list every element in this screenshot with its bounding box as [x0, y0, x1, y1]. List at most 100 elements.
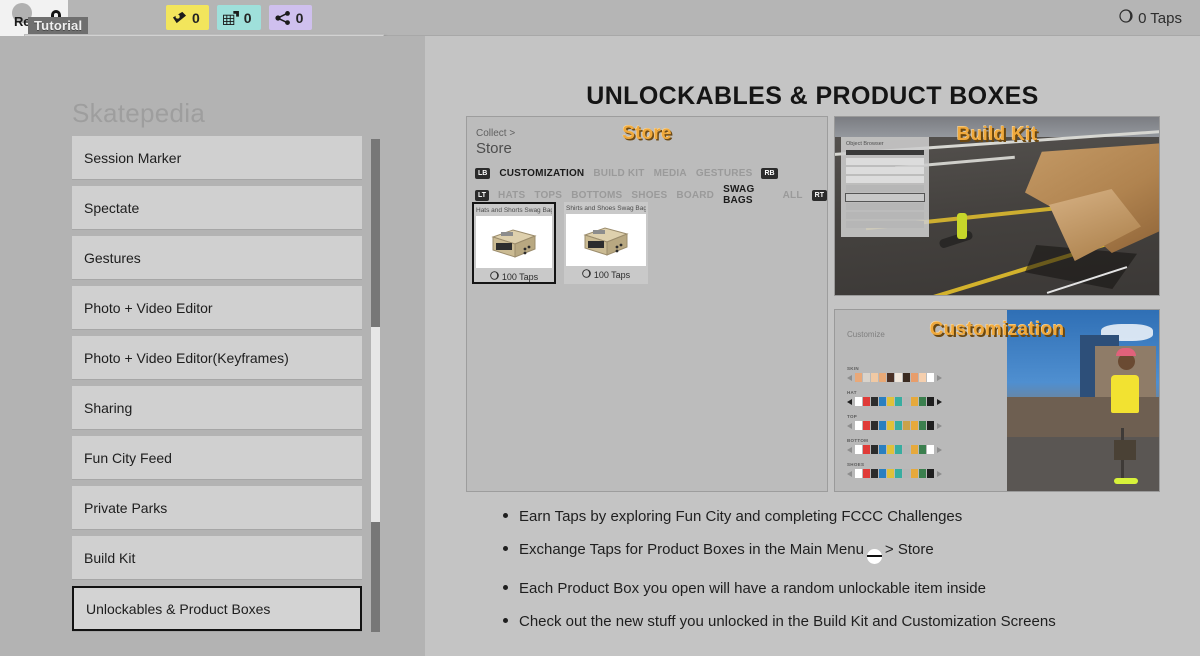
swatch-label: SKIN: [847, 366, 859, 371]
scrollbar-thumb-upper[interactable]: [371, 139, 380, 327]
product-card-price: 100 Taps: [593, 269, 631, 280]
product-card-name: Hats and Shorts Swag Bag: [476, 207, 552, 214]
hud-badge-markers[interactable]: 0: [166, 5, 209, 30]
store-breadcrumb: Collect >: [476, 128, 516, 139]
product-box-icon: [476, 216, 552, 268]
taps-coin-icon: [582, 269, 591, 280]
share-icon: [274, 10, 291, 25]
tab-tops[interactable]: TOPS: [534, 190, 562, 201]
info-bullet-list: Earn Taps by exploring Fun City and comp…: [503, 508, 1163, 646]
tab-hats[interactable]: HATS: [498, 190, 525, 201]
sidebar-item-label: Photo + Video Editor(Keyframes): [84, 349, 289, 366]
bullet-item-check-new-stuff: Check out the new stuff you unlocked in …: [503, 613, 1163, 630]
bullet-item-exchange-taps: Exchange Taps for Product Boxes in the M…: [503, 541, 1163, 564]
swatch-group-bottom: BOTTOM: [847, 438, 997, 454]
object-browser-panel: Object Browser: [841, 137, 929, 237]
hud-badge-group: 0 0 0: [166, 5, 313, 30]
sidebar-item-photo-video-editor[interactable]: Photo + Video Editor: [72, 286, 362, 329]
product-card-price-row: 100 Taps: [566, 269, 646, 280]
sidebar-item-build-kit[interactable]: Build Kit: [72, 536, 362, 579]
bullet-item-random-item: Each Product Box you open will have a ra…: [503, 580, 1163, 597]
tab-swag-bags[interactable]: SWAG BAGS: [723, 184, 774, 206]
taps-coin-icon: [490, 271, 499, 282]
hud-badge-share[interactable]: 0: [268, 5, 313, 30]
hud-badge-blocks-value: 0: [243, 9, 252, 26]
bullet-dot-icon: [503, 617, 508, 623]
sidebar-item-label: Build Kit: [84, 549, 136, 566]
sidebar-panel: Skatepedia Session Marker Spectate Gestu…: [0, 36, 425, 656]
tab-gestures[interactable]: GESTURES: [696, 168, 753, 179]
tab-build-kit[interactable]: BUILD KIT: [593, 168, 644, 179]
sidebar-menu-list: Session Marker Spectate Gestures Photo +…: [72, 136, 362, 638]
hud-badge-markers-value: 0: [192, 9, 200, 26]
swatch-label: TOP: [847, 414, 858, 419]
swatch-label: HAT: [847, 390, 857, 395]
product-card-shirts-and-shoes[interactable]: Shirts and Shoes Swag Bag 100 Taps: [564, 202, 648, 284]
store-tabs-primary: LB CUSTOMIZATION BUILD KIT MEDIA GESTURE…: [475, 168, 778, 179]
tab-media[interactable]: MEDIA: [654, 168, 687, 179]
swatch-group-shoes: SHOES: [847, 462, 997, 478]
sidebar-item-gestures[interactable]: Gestures: [72, 236, 362, 279]
taps-count-label: 0 Taps: [1138, 9, 1182, 27]
sidebar-item-label: Sharing: [84, 399, 133, 416]
sidebar-item-label: Session Marker: [84, 149, 182, 166]
sidebar-item-label: Gestures: [84, 249, 141, 266]
tutorial-chip: Tutorial: [28, 17, 89, 35]
customization-title: Customization: [929, 319, 1065, 340]
taps-coin-icon: [1119, 9, 1133, 27]
product-box-icon: [566, 214, 646, 266]
swatch-row[interactable]: [847, 469, 997, 478]
product-card-price: 100 Taps: [501, 271, 539, 282]
sidebar-item-unlockables-product-boxes[interactable]: Unlockables & Product Boxes: [72, 586, 362, 631]
tab-all[interactable]: ALL: [783, 190, 803, 201]
app-root: Rea Tutorial 0 0 0 0 Taps Skatepedia Ses…: [0, 0, 1200, 656]
bullet-text: Check out the new stuff you unlocked in …: [519, 612, 1056, 630]
sidebar-item-session-marker[interactable]: Session Marker: [72, 136, 362, 179]
sidebar-item-sharing[interactable]: Sharing: [72, 386, 362, 429]
product-card-hats-and-shorts[interactable]: Hats and Shorts Swag Bag 100 Taps: [472, 202, 556, 284]
sidebar-scrollbar[interactable]: [371, 139, 380, 632]
map-marker-icon: [172, 11, 187, 25]
swatch-row[interactable]: [847, 421, 997, 430]
content-panel: UNLOCKABLES & PRODUCT BOXES Store Collec…: [425, 36, 1200, 656]
tab-bottoms[interactable]: BOTTOMS: [571, 190, 622, 201]
store-overlay-title: Store: [622, 123, 672, 144]
taps-readout: 0 Taps: [1119, 9, 1182, 27]
swatch-row[interactable]: [847, 397, 997, 406]
hamburger-menu-icon: [866, 548, 882, 564]
sidebar-item-private-parks[interactable]: Private Parks: [72, 486, 362, 529]
sidebar-item-label: Fun City Feed: [84, 449, 172, 466]
tab-board[interactable]: BOARD: [676, 190, 714, 201]
store-screenshot-card: Store Collect > Store LB CUSTOMIZATION B…: [466, 116, 828, 492]
sidebar-item-label: Private Parks: [84, 499, 168, 516]
product-card-price-row: 100 Taps: [476, 271, 552, 282]
product-card-name: Shirts and Shoes Swag Bag: [566, 205, 646, 212]
sidebar-item-spectate[interactable]: Spectate: [72, 186, 362, 229]
bumper-lt-icon: LT: [475, 189, 490, 201]
swatch-row[interactable]: [847, 445, 997, 454]
tab-customization[interactable]: CUSTOMIZATION: [499, 168, 584, 179]
swatch-row[interactable]: [847, 373, 997, 382]
tab-shoes[interactable]: SHOES: [631, 190, 667, 201]
swatch-group-skin: SKIN: [847, 366, 997, 382]
bumper-rt-icon: RT: [811, 189, 827, 201]
sidebar-title: Skatepedia: [72, 98, 206, 128]
bullet-text: Each Product Box you open will have a ra…: [519, 579, 986, 597]
swatch-group-top: TOP: [847, 414, 997, 430]
page-title: UNLOCKABLES & PRODUCT BOXES: [586, 82, 1039, 110]
hud-badge-blocks[interactable]: 0: [216, 5, 261, 30]
scrollbar-thumb-lower[interactable]: [371, 522, 380, 632]
store-product-grid: Hats and Shorts Swag Bag 100 Taps Shirts…: [472, 202, 648, 284]
sidebar-item-fun-city-feed[interactable]: Fun City Feed: [72, 436, 362, 479]
bullet-text-before: Exchange Taps for Product Boxes in the M…: [519, 541, 864, 558]
bullet-dot-icon: [503, 546, 508, 551]
sidebar-item-label: Photo + Video Editor: [84, 299, 213, 316]
bullet-text: Exchange Taps for Product Boxes in the M…: [519, 541, 934, 564]
sidebar-item-photo-video-editor-keyframes[interactable]: Photo + Video Editor(Keyframes): [72, 336, 362, 379]
top-hud-bar: Rea Tutorial 0 0 0 0 Taps: [0, 0, 1200, 36]
build-kit-screenshot: Object Browser Build Kit: [834, 116, 1160, 296]
store-heading: Store: [476, 140, 512, 157]
sidebar-item-label: Unlockables & Product Boxes: [86, 600, 271, 617]
blocks-grid-icon: [222, 10, 239, 25]
bumper-rb-icon: RB: [761, 168, 778, 179]
